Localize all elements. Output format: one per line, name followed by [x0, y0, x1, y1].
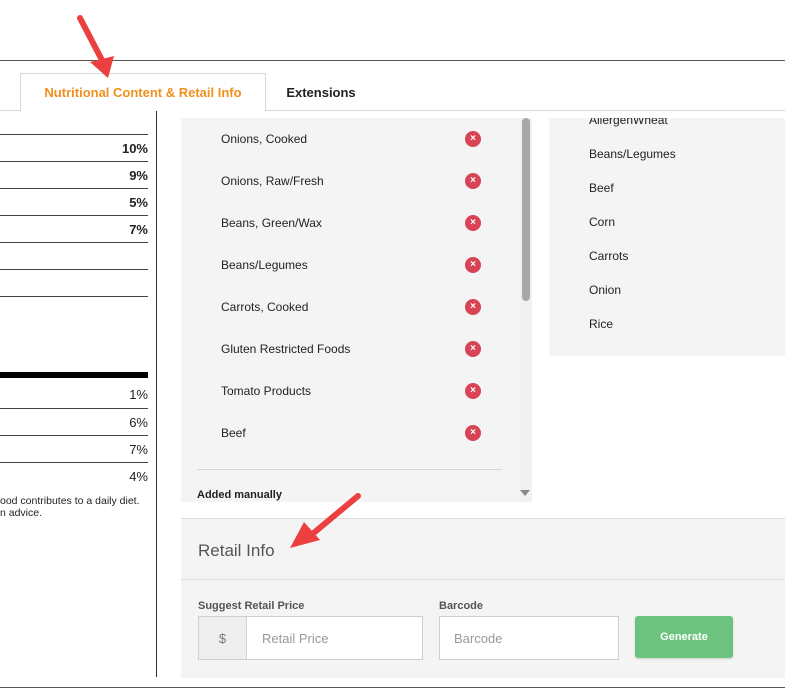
- scrollbar-thumb[interactable]: [522, 118, 530, 301]
- tag-item: Onion: [589, 283, 622, 297]
- allergen-item-label: Beans/Legumes: [221, 258, 308, 272]
- nutrition-row: [0, 242, 148, 269]
- nutrition-thick-divider: [0, 372, 148, 378]
- tag-item: Beans/Legumes: [589, 147, 676, 161]
- nutrition-row: 4%: [0, 462, 148, 489]
- nutrition-facts-panel: 10% 9% 5% 7% 1% 6% 7% 4% ood contributes…: [0, 111, 157, 677]
- allergen-item-label: Onions, Raw/Fresh: [221, 174, 324, 188]
- barcode-input[interactable]: [439, 616, 619, 660]
- footnote-line: n advice.: [0, 507, 43, 519]
- nutrition-footnote: ood contributes to a daily diet. n advic…: [0, 495, 150, 519]
- tag-item: Rice: [589, 317, 614, 331]
- retail-info-section: Retail Info Suggest Retail Price $ Barco…: [181, 518, 785, 678]
- remove-icon[interactable]: ×: [465, 383, 481, 399]
- nutrition-row-divider: [0, 296, 148, 323]
- allergen-item-label: Gluten Restricted Foods: [221, 342, 351, 356]
- tab-nutritional-content-retail-info[interactable]: Nutritional Content & Retail Info: [20, 73, 266, 112]
- list-divider: [197, 469, 502, 470]
- nutrition-row: [0, 269, 148, 296]
- allergen-item-label: Carrots, Cooked: [221, 300, 309, 314]
- nutrition-row: 6%: [0, 408, 148, 435]
- retail-price-label: Suggest Retail Price: [198, 600, 305, 612]
- allergen-item-label: Tomato Products: [221, 384, 312, 398]
- allergen-item-label: Beans, Green/Wax: [221, 216, 322, 230]
- remove-icon[interactable]: ×: [465, 215, 481, 231]
- tab-extensions[interactable]: Extensions: [266, 73, 376, 111]
- nutrition-row: 1%: [129, 387, 148, 402]
- currency-prefix: $: [199, 617, 247, 659]
- allergen-item-label: Beef: [221, 426, 246, 440]
- remove-icon[interactable]: ×: [465, 341, 481, 357]
- scroll-down-arrow-icon[interactable]: [520, 490, 530, 496]
- allergen-item-label: Onions, Cooked: [221, 132, 308, 146]
- content-frame: Nutritional Content & Retail Info Extens…: [0, 60, 785, 688]
- tag-item: Corn: [589, 215, 616, 229]
- footnote-line: ood contributes to a daily diet.: [0, 495, 140, 507]
- retail-price-input-group: $: [198, 616, 423, 660]
- barcode-label: Barcode: [439, 600, 484, 612]
- retail-info-title: Retail Info: [198, 541, 275, 560]
- section-divider: [181, 579, 785, 580]
- food-tag-list-panel: AllergenWheat Beans/Legumes Beef Corn Ca…: [549, 118, 785, 356]
- nutrition-row: 10%: [0, 134, 148, 161]
- nutrition-row: 5%: [0, 188, 148, 215]
- remove-icon[interactable]: ×: [465, 425, 481, 441]
- retail-price-input[interactable]: [248, 617, 422, 659]
- remove-icon[interactable]: ×: [465, 257, 481, 273]
- nutrition-row: 7%: [0, 435, 148, 462]
- tag-item: Carrots: [589, 249, 629, 263]
- added-manually-heading: Added manually: [197, 489, 282, 501]
- remove-icon[interactable]: ×: [465, 299, 481, 315]
- tag-item: Beef: [589, 181, 614, 195]
- remove-icon[interactable]: ×: [465, 131, 481, 147]
- nutrition-row: 9%: [0, 161, 148, 188]
- nutrition-row: 7%: [0, 215, 148, 242]
- allergen-list-panel: Onions, Cooked × Onions, Raw/Fresh × Bea…: [181, 118, 532, 502]
- remove-icon[interactable]: ×: [465, 173, 481, 189]
- generate-barcode-button[interactable]: Generate: [635, 616, 733, 658]
- tag-item: AllergenWheat: [589, 118, 668, 127]
- tab-bar: Nutritional Content & Retail Info Extens…: [0, 61, 785, 112]
